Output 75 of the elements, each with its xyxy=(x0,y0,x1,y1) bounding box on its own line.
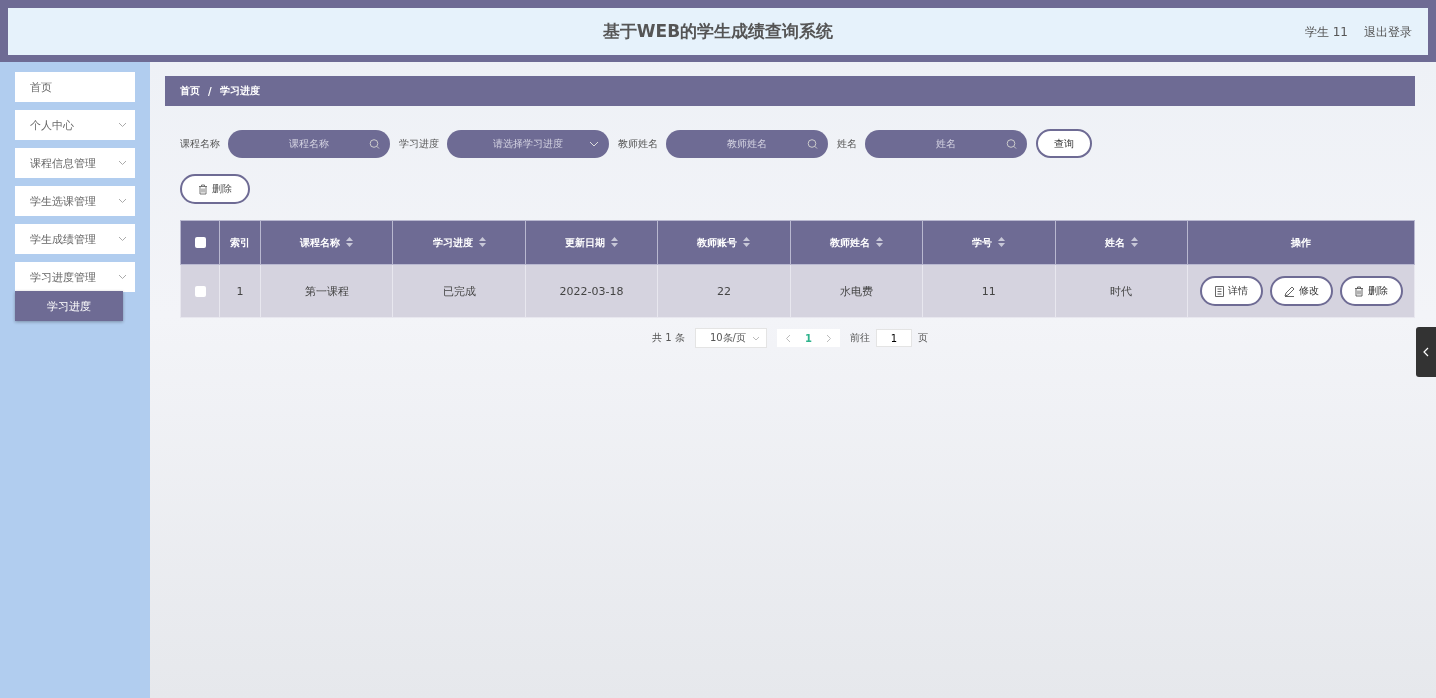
sidebar-item[interactable]: 个人中心 xyxy=(15,110,135,140)
caret-icon xyxy=(751,335,760,341)
select-all-checkbox[interactable] xyxy=(194,237,206,249)
search-icon xyxy=(1006,138,1017,149)
sort-icon[interactable] xyxy=(998,236,1006,247)
delete-button[interactable]: 删除 xyxy=(1339,276,1403,306)
table-cell: 已完成 xyxy=(392,264,526,318)
sort-icon[interactable] xyxy=(346,236,354,247)
caret-icon xyxy=(589,140,599,147)
sidebar-item[interactable]: 首页 xyxy=(15,72,135,102)
column-header[interactable]: 学习进度 xyxy=(392,220,526,265)
sort-icon[interactable] xyxy=(611,236,619,247)
sidebar-item[interactable]: 课程信息管理 xyxy=(15,148,135,178)
search-field[interactable]: 姓名 xyxy=(865,129,1027,158)
column-header[interactable]: 教师姓名 xyxy=(790,220,923,265)
sort-icon[interactable] xyxy=(478,236,486,247)
table-cell: 水电费 xyxy=(790,264,923,318)
table-cell: 时代 xyxy=(1055,264,1188,318)
sidebar-item[interactable]: 学习进度管理 xyxy=(15,262,135,292)
edit-button[interactable]: 修改 xyxy=(1269,276,1333,306)
goto-label: 前往 xyxy=(849,331,870,345)
pencil-icon xyxy=(1283,285,1295,297)
user-name: 学生 11 xyxy=(1304,24,1348,41)
sort-icon[interactable] xyxy=(743,236,751,247)
row-checkbox[interactable] xyxy=(194,286,206,297)
table-cell: 第一课程 xyxy=(260,264,393,318)
page-size-select[interactable]: 10条/页 xyxy=(694,328,767,348)
column-header[interactable]: 索引 xyxy=(219,220,261,265)
sort-icon[interactable] xyxy=(1130,236,1138,247)
sidebar-item[interactable]: 学生成绩管理 xyxy=(15,224,135,254)
previous-page-icon[interactable] xyxy=(784,333,791,343)
breadcrumb-item[interactable]: 学习进度 xyxy=(219,84,260,98)
filter-label: 学习进度 xyxy=(399,136,439,151)
trash-icon xyxy=(1354,285,1364,297)
column-header[interactable]: 学号 xyxy=(922,220,1056,265)
chevron-icon xyxy=(118,198,127,204)
query-button[interactable]: 查询 xyxy=(1036,129,1092,158)
chevron-left-icon xyxy=(1423,347,1429,357)
sort-icon[interactable] xyxy=(875,236,883,247)
table-cell: 2022-03-18 xyxy=(525,264,658,318)
chevron-icon xyxy=(118,160,127,166)
filter-label: 教师姓名 xyxy=(618,136,658,151)
column-header[interactable]: 教师账号 xyxy=(657,220,791,265)
submenu-item[interactable]: 学习进度 xyxy=(15,291,123,321)
logout-link[interactable]: 退出登录 xyxy=(1364,24,1412,41)
sidebar-item[interactable]: 学生选课管理 xyxy=(15,186,135,216)
document-icon xyxy=(1214,285,1224,297)
delete-button[interactable]: 删除 xyxy=(180,174,250,204)
search-icon xyxy=(807,138,818,149)
trash-icon xyxy=(198,183,208,195)
filter-label: 课程名称 xyxy=(180,136,220,151)
table-cell: 1 xyxy=(219,264,261,318)
search-field[interactable]: 课程名称 xyxy=(228,129,390,158)
filter-label: 姓名 xyxy=(837,136,857,151)
total-count: 共 1 条 xyxy=(652,331,685,345)
select-field[interactable]: 请选择学习进度 xyxy=(447,129,609,158)
detail-button[interactable]: 详情 xyxy=(1199,276,1263,306)
table-cell: 22 xyxy=(657,264,791,318)
column-header[interactable]: 课程名称 xyxy=(260,220,393,265)
column-header[interactable]: 姓名 xyxy=(1055,220,1188,265)
page-input[interactable]: 1 xyxy=(875,329,912,347)
column-header[interactable]: 更新日期 xyxy=(525,220,658,265)
app-title: 基于WEB的学生成绩查询系统 xyxy=(602,20,834,43)
chevron-icon xyxy=(118,236,127,242)
collapse-tab[interactable] xyxy=(1416,327,1436,377)
breadcrumb-item[interactable]: 首页 xyxy=(180,84,200,98)
breadcrumb-separator: / xyxy=(208,85,212,97)
next-page-icon[interactable] xyxy=(825,333,832,343)
search-icon xyxy=(369,138,380,149)
table-cell: 11 xyxy=(922,264,1056,318)
page-suffix: 页 xyxy=(917,331,928,345)
chevron-icon xyxy=(118,274,127,280)
chevron-icon xyxy=(118,122,127,128)
column-header[interactable]: 操作 xyxy=(1187,220,1415,265)
search-field[interactable]: 教师姓名 xyxy=(666,129,828,158)
